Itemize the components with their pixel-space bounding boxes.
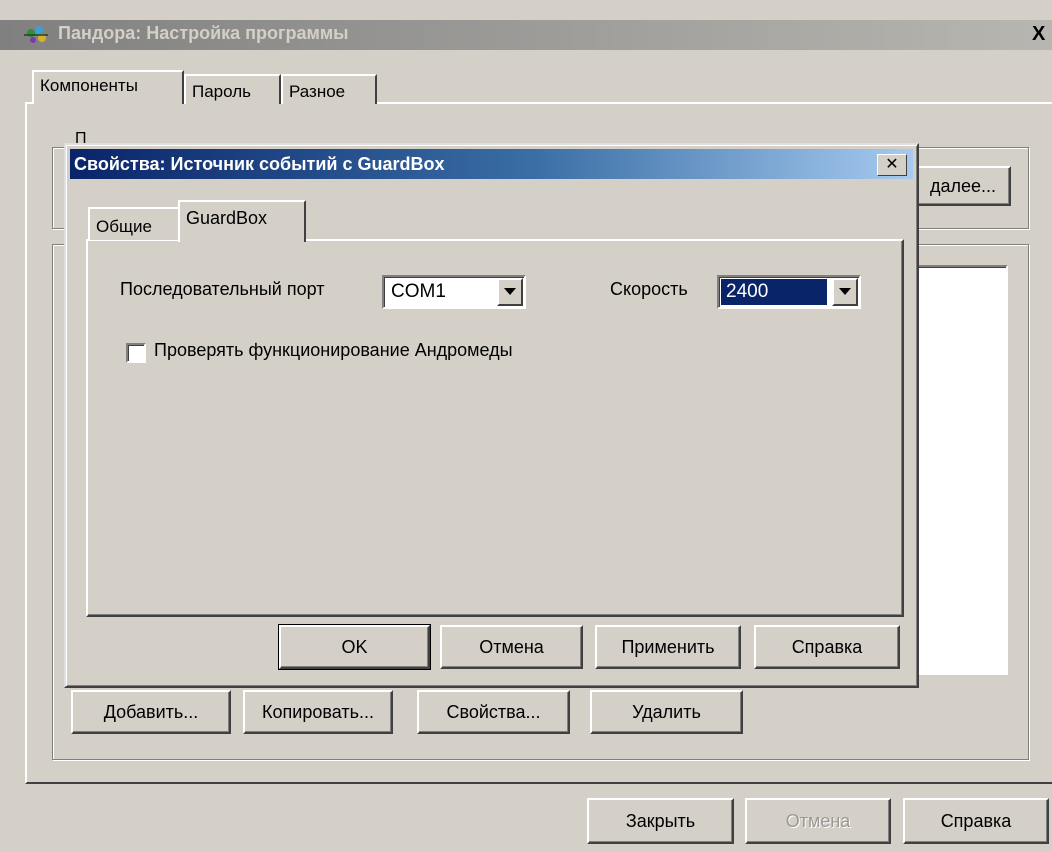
dialog-title: Свойства: Источник событий с GuardBox xyxy=(74,154,445,174)
serial-port-select[interactable]: COM1 xyxy=(382,275,526,309)
more-button-label: далее... xyxy=(929,175,997,196)
dialog-close-button[interactable]: ✕ xyxy=(877,154,907,176)
tab-password[interactable]: Пароль xyxy=(184,74,281,104)
main-titlebar[interactable]: Пандора: Настройка программы X xyxy=(0,20,1052,50)
dialog-help-button-label: Справка xyxy=(791,636,863,657)
add-button[interactable]: Добавить... xyxy=(71,690,231,734)
copy-button[interactable]: Копировать... xyxy=(243,690,393,734)
components-list[interactable] xyxy=(912,265,1008,675)
properties-button-label: Свойства... xyxy=(446,701,541,722)
apply-button-label: Применить xyxy=(621,636,715,657)
ok-button-label: OK xyxy=(341,636,368,657)
serial-port-value: COM1 xyxy=(391,281,446,302)
dialog-titlebar[interactable]: Свойства: Источник событий с GuardBox ✕ xyxy=(70,149,913,179)
main-window-title: Пандора: Настройка программы xyxy=(58,23,349,43)
tab-guardbox-label: GuardBox xyxy=(186,208,268,228)
speed-value: 2400 xyxy=(721,279,827,305)
guardbox-tab-panel: Последовательный порт COM1 Скорость 2400… xyxy=(86,239,904,617)
speed-label: Скорость xyxy=(610,279,688,299)
delete-button[interactable]: Удалить xyxy=(590,690,743,734)
properties-dialog: Свойства: Источник событий с GuardBox ✕ … xyxy=(64,143,919,688)
chevron-down-icon[interactable] xyxy=(832,278,858,306)
dialog-help-button[interactable]: Справка xyxy=(754,625,900,669)
main-cancel-button[interactable]: Отмена xyxy=(745,798,891,844)
dialog-cancel-button-label: Отмена xyxy=(479,636,544,657)
close-button-label: Закрыть xyxy=(625,810,696,831)
tab-password-label: Пароль xyxy=(192,82,251,101)
main-help-button[interactable]: Справка xyxy=(903,798,1049,844)
more-button[interactable]: далее... xyxy=(915,166,1011,206)
delete-button-label: Удалить xyxy=(632,701,701,722)
add-button-label: Добавить... xyxy=(103,701,199,722)
main-close-button[interactable]: X xyxy=(1032,23,1050,47)
dialog-cancel-button[interactable]: Отмена xyxy=(440,625,583,669)
tab-guardbox[interactable]: GuardBox xyxy=(178,200,306,242)
speed-select[interactable]: 2400 xyxy=(717,275,861,309)
tab-components-label: Компоненты xyxy=(40,76,138,95)
close-button[interactable]: Закрыть xyxy=(587,798,734,844)
tab-general[interactable]: Общие xyxy=(88,207,180,240)
ok-button[interactable]: OK xyxy=(278,624,431,670)
chevron-down-icon[interactable] xyxy=(497,278,523,306)
tab-misc-label: Разное xyxy=(289,82,346,101)
serial-port-label: Последовательный порт xyxy=(120,279,325,299)
apply-button[interactable]: Применить xyxy=(595,625,741,669)
tab-misc[interactable]: Разное xyxy=(281,74,377,104)
copy-button-label: Копировать... xyxy=(262,701,374,722)
properties-button[interactable]: Свойства... xyxy=(417,690,570,734)
main-cancel-button-label: Отмена xyxy=(785,810,851,831)
main-help-button-label: Справка xyxy=(940,810,1012,831)
tab-components[interactable]: Компоненты xyxy=(32,70,184,104)
check-andromeda-checkbox[interactable] xyxy=(126,343,146,363)
tab-general-label: Общие xyxy=(96,217,152,236)
pandora-app-icon xyxy=(22,23,52,47)
check-andromeda-label[interactable]: Проверять функционирование Андромеды xyxy=(154,340,513,361)
